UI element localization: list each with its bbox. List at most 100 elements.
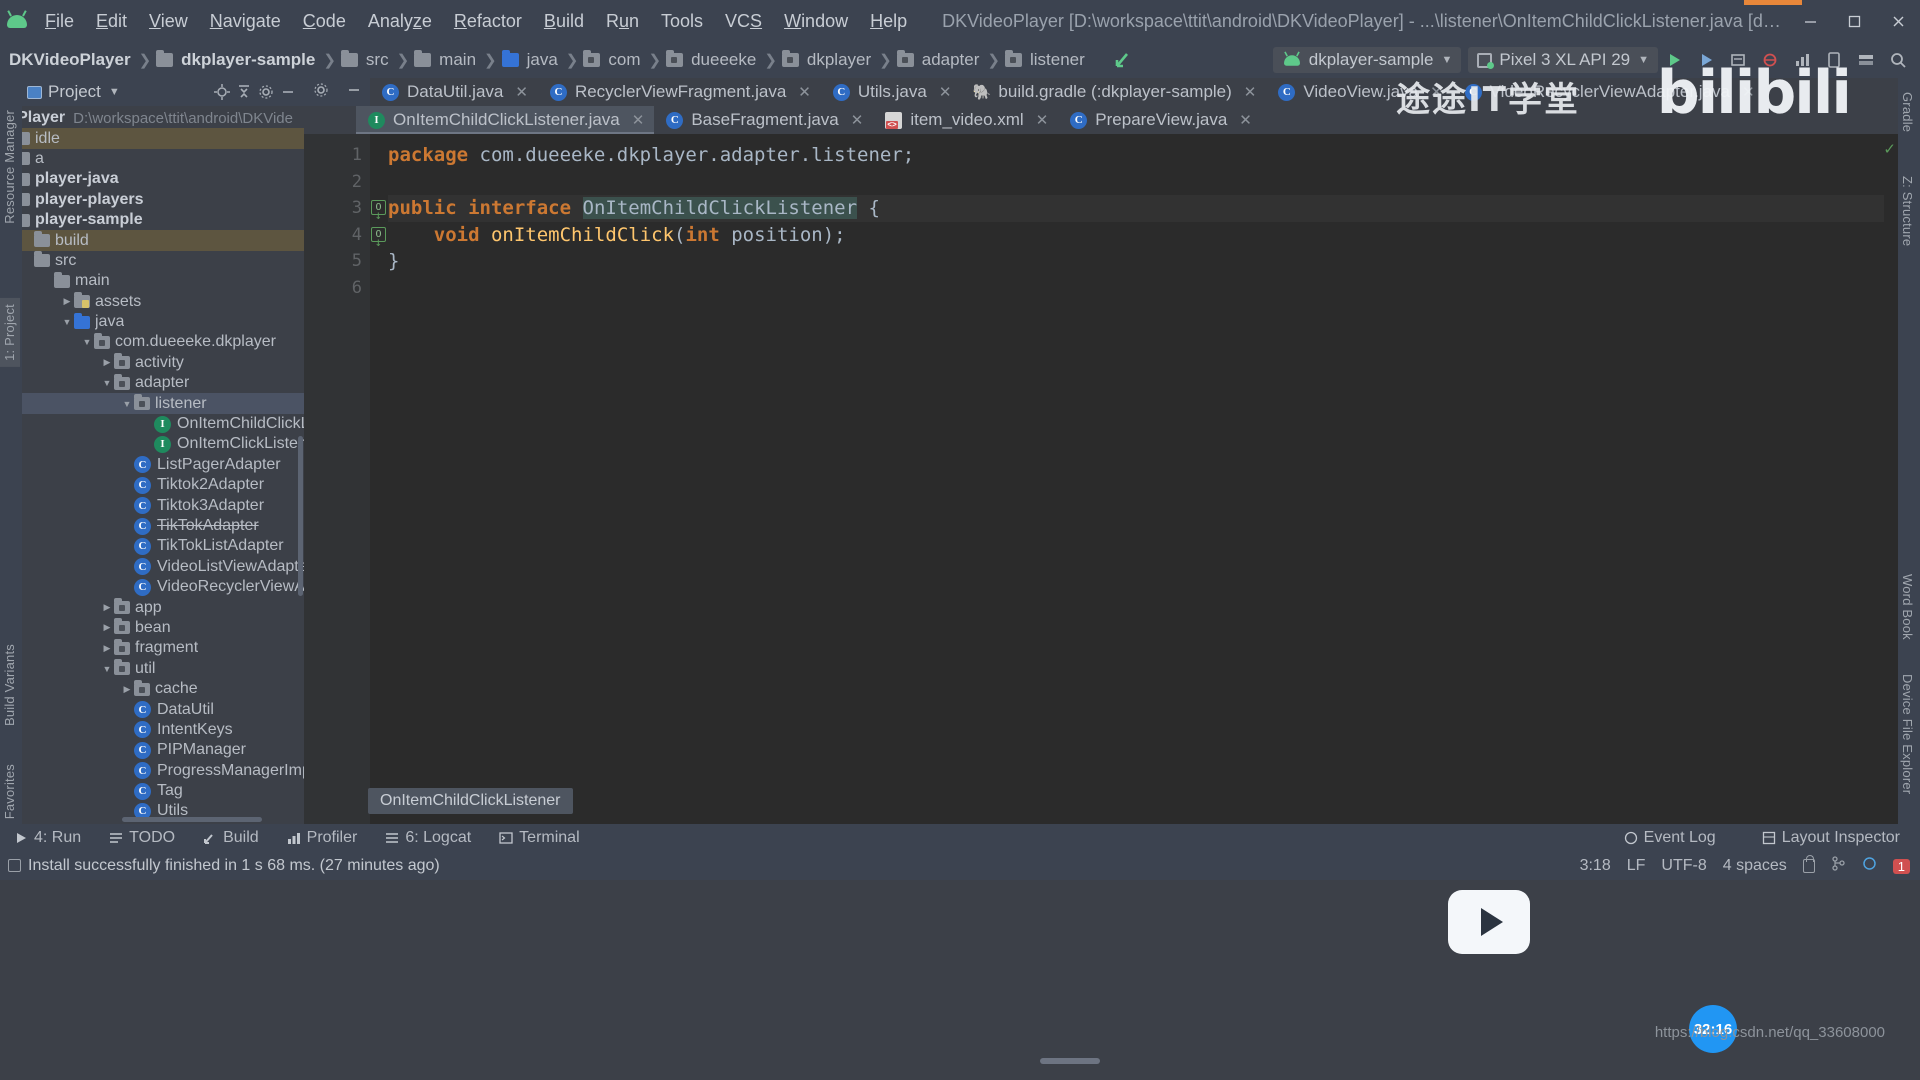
strip-build-variants[interactable]: Build Variants [0, 638, 20, 732]
code-line[interactable] [388, 169, 1898, 196]
maximize-button[interactable] [1832, 0, 1876, 42]
tree-node[interactable]: C VideoListViewAdapter [22, 557, 304, 577]
close-tab-icon[interactable]: ✕ [1239, 111, 1252, 129]
tree-node[interactable]: idle [22, 128, 304, 149]
menu-navigate[interactable]: Navigate [199, 8, 292, 35]
code-editor[interactable]: 1 2 3 O ↓ 4 O ↓ 5 6 package com.dueeeke.dkplayer.… [304, 134, 1898, 824]
minimize-button[interactable] [1788, 0, 1832, 42]
tree-node[interactable]: C TikTokListAdapter [22, 536, 304, 556]
tree-node[interactable]: C ListPagerAdapter [22, 455, 304, 475]
run-configuration-selector[interactable]: dkplayer-sample ▼ [1272, 47, 1462, 73]
bottom-tab-layout-inspector[interactable]: Layout Inspector [1748, 829, 1914, 847]
tree-horizontal-scrollbar[interactable] [122, 817, 262, 822]
close-button[interactable] [1876, 0, 1920, 42]
gear-icon[interactable] [313, 82, 329, 103]
breadcrumb-item-1[interactable]: dkplayer-sample [154, 50, 320, 70]
project-tree[interactable]: leoPlayer D:\workspace\ttit\android\DKVid… [22, 106, 304, 824]
tree-node[interactable]: build [22, 230, 304, 251]
editor-tab[interactable]: C DataUtil.java ✕ [370, 78, 538, 106]
tree-node[interactable]: ▶ assets [22, 292, 304, 312]
tree-node[interactable]: player-players [22, 190, 304, 210]
tree-node[interactable]: player-java [22, 169, 304, 189]
tree-node[interactable]: ▶ activity [22, 353, 304, 373]
code-line[interactable]: public interface OnItemChildClickListene… [388, 195, 1898, 222]
close-tab-icon[interactable]: ✕ [1244, 83, 1257, 101]
editor-tab[interactable]: C BaseFragment.java ✕ [654, 106, 873, 134]
hide-icon[interactable] [346, 82, 362, 103]
breadcrumb-item-0[interactable]: DKVideoPlayer [4, 50, 136, 70]
tree-node[interactable]: ▼ adapter [22, 373, 304, 393]
chevron-right-icon[interactable]: ▶ [100, 357, 114, 368]
menu-run[interactable]: Run [595, 8, 650, 35]
breadcrumb-item-6[interactable]: dueeeke [664, 50, 761, 70]
tree-node[interactable]: C ProgressManagerImpl [22, 761, 304, 781]
chevron-right-icon[interactable]: ▶ [100, 622, 114, 633]
editor-tab[interactable]: C RecyclerViewFragment.java ✕ [538, 78, 821, 106]
tree-node[interactable]: C Tiktok3Adapter [22, 495, 304, 515]
menu-vcs[interactable]: VCS [714, 8, 773, 35]
strip-device-file-explorer[interactable]: Device File Explorer [1897, 668, 1918, 800]
editor-tab[interactable]: I OnItemChildClickListener.java ✕ [356, 106, 655, 134]
caret-position[interactable]: 3:18 [1580, 857, 1611, 875]
chevron-right-icon[interactable]: ▶ [100, 643, 114, 654]
breadcrumb-item-3[interactable]: main [412, 50, 481, 70]
chevron-down-icon[interactable]: ▼ [100, 378, 114, 388]
tree-node[interactable]: ▼ util [22, 659, 304, 679]
bottom-tab-logcat[interactable]: 6: Logcat [371, 829, 485, 847]
file-encoding[interactable]: UTF-8 [1661, 857, 1706, 875]
menu-file[interactable]: File [34, 8, 85, 35]
chevron-down-icon[interactable]: ▼ [100, 664, 114, 674]
tree-vertical-scrollbar[interactable] [298, 436, 303, 596]
locate-icon[interactable] [211, 81, 233, 103]
close-tab-icon[interactable]: ✕ [1036, 111, 1049, 129]
strip-word-book[interactable]: Word Book [1897, 568, 1918, 646]
chevron-right-icon[interactable]: ▶ [120, 684, 134, 695]
hide-icon[interactable] [277, 81, 299, 103]
tree-node[interactable]: leoPlayer D:\workspace\ttit\android\DKVid… [22, 108, 304, 128]
breadcrumb-item-2[interactable]: src [339, 50, 394, 70]
breadcrumb-item-9[interactable]: listener [1003, 50, 1090, 70]
code-content[interactable]: package com.dueeeke.dkplayer.adapter.lis… [370, 134, 1898, 824]
menu-edit[interactable]: Edit [85, 8, 138, 35]
tree-node[interactable]: I OnItemClickListener [22, 434, 304, 454]
search-everywhere-icon[interactable] [1883, 45, 1913, 75]
strip-project[interactable]: 1: Project [0, 298, 20, 367]
tree-node[interactable]: player-sample [22, 210, 304, 230]
line-separator[interactable]: LF [1627, 857, 1646, 875]
tree-node[interactable]: ▶ app [22, 597, 304, 617]
horizontal-scrollbar-thumb[interactable] [1040, 1058, 1100, 1064]
chevron-down-icon[interactable]: ▼ [80, 337, 94, 347]
tree-node[interactable]: ▶ fragment [22, 638, 304, 658]
chevron-right-icon[interactable]: ▶ [100, 602, 114, 613]
gear-icon[interactable] [255, 81, 277, 103]
line-number-gutter[interactable]: 1 2 3 O ↓ 4 O ↓ 5 6 [304, 134, 386, 824]
menu-help[interactable]: Help [859, 8, 918, 35]
chevron-down-icon[interactable]: ▼ [60, 317, 74, 327]
tree-node[interactable]: C DataUtil [22, 699, 304, 719]
strip-resource-manager[interactable]: Resource Manager [0, 104, 20, 230]
chevron-right-icon[interactable]: ▶ [60, 296, 74, 307]
strip-structure[interactable]: Z: Structure [1897, 170, 1918, 252]
device-selector[interactable]: Pixel 3 XL API 29 ▼ [1468, 47, 1658, 73]
tree-node[interactable]: src [22, 251, 304, 271]
indent-setting[interactable]: 4 spaces [1723, 857, 1787, 875]
editor-tab[interactable]: C Utils.java ✕ [821, 78, 962, 106]
editor-tab[interactable]: C PrepareView.java ✕ [1058, 106, 1262, 134]
tree-node[interactable]: C IntentKeys [22, 720, 304, 740]
collapse-all-icon[interactable] [233, 81, 255, 103]
tree-node[interactable]: ▼ com.dueeeke.dkplayer [22, 332, 304, 352]
chevron-down-icon[interactable]: ▼ [120, 399, 134, 409]
sdk-manager-icon[interactable] [1851, 45, 1881, 75]
breadcrumb-item-4[interactable]: java [500, 50, 563, 70]
close-tab-icon[interactable]: ✕ [632, 111, 645, 129]
bottom-tab-terminal[interactable]: Terminal [485, 829, 593, 847]
menu-tools[interactable]: Tools [650, 8, 714, 35]
tree-node[interactable]: C TikTokAdapter [22, 516, 304, 536]
error-stripe-gutter[interactable] [1884, 134, 1898, 824]
menu-refactor[interactable]: Refactor [443, 8, 533, 35]
editor-tab[interactable]: item_video.xml ✕ [873, 106, 1058, 134]
tree-node[interactable]: C PIPManager [22, 740, 304, 760]
git-branch-icon[interactable] [1831, 856, 1846, 876]
close-tab-icon[interactable]: ✕ [515, 83, 528, 101]
menu-window[interactable]: Window [773, 8, 859, 35]
